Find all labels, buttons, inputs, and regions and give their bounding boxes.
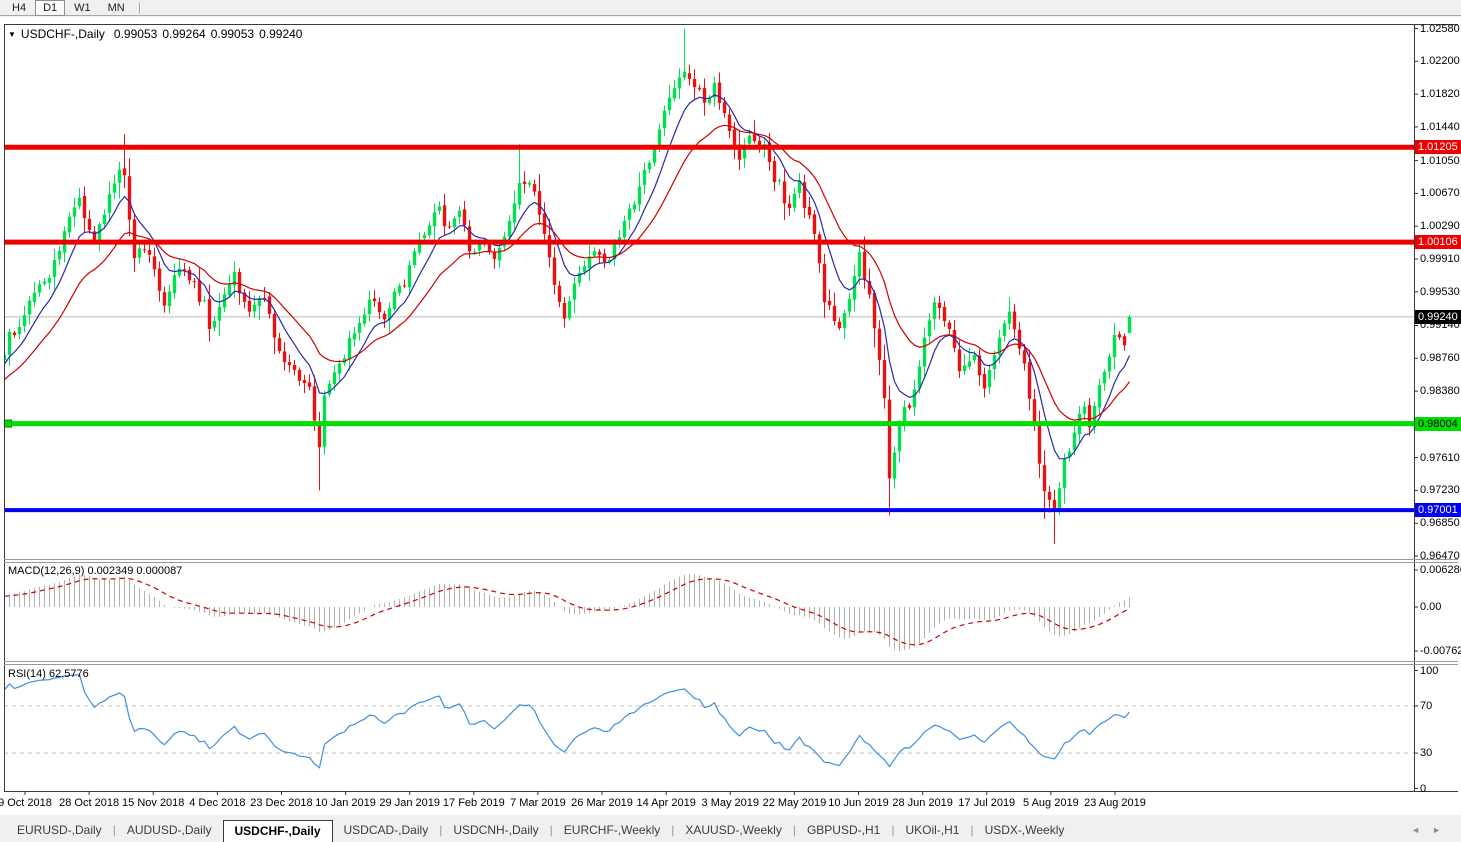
price-axis[interactable]: 1.02580 1.02200 1.01820 1.01440 1.01050 1.006… xyxy=(1414,17,1461,791)
tab-ukoil-h1[interactable]: UKOil-,H1 xyxy=(894,820,970,840)
tab-usdcnh-daily[interactable]: USDCNH-,Daily xyxy=(442,820,549,840)
tab-eurchf-weekly[interactable]: EURCHF-,Weekly xyxy=(553,820,671,840)
timeframe-button-mn[interactable]: MN xyxy=(100,0,133,16)
tab-scroll-arrows: ◄► xyxy=(1411,825,1453,835)
tabs-scroll-left-icon[interactable]: ◄ xyxy=(1411,825,1432,835)
tab-eurusd-daily[interactable]: EURUSD-,Daily xyxy=(6,820,113,840)
bid-price-label: 0.99240 xyxy=(1415,310,1461,324)
toolbar-separator xyxy=(139,2,141,14)
price-axis-label: 0.99530 xyxy=(1420,285,1460,299)
hline-price-label: 0.97001 xyxy=(1415,503,1461,517)
price-axis-label: 1.02580 xyxy=(1420,22,1460,36)
tab-usdx-weekly[interactable]: USDX-,Weekly xyxy=(974,820,1076,840)
price-axis-label: 1.01050 xyxy=(1420,154,1460,168)
application-window: { "toolbar": { "timeframes": [ {"label":… xyxy=(0,0,1461,841)
macd-axis-label: 0.00 xyxy=(1420,600,1441,614)
price-axis-label: 0.99910 xyxy=(1420,252,1460,266)
price-axis-label: 1.02200 xyxy=(1420,54,1460,68)
ohlc-low: 0.99053 xyxy=(211,27,254,41)
timeframe-button-h4[interactable]: H4 xyxy=(4,0,34,16)
tab-gbpusd-h1[interactable]: GBPUSD-,H1 xyxy=(796,820,891,840)
symbol-name: USDCHF-,Daily xyxy=(21,27,105,41)
chart-canvas[interactable] xyxy=(0,17,1461,820)
price-axis-label: 0.98760 xyxy=(1420,351,1460,365)
macd-axis-label: 0.006286 xyxy=(1420,563,1461,577)
timeframe-toolbar: H4D1W1MN xyxy=(0,0,1461,16)
rsi-value: 62.5776 xyxy=(49,668,89,680)
rsi-axis-label: 70 xyxy=(1420,699,1432,713)
tab-audusd-daily[interactable]: AUDUSD-,Daily xyxy=(116,820,223,840)
price-axis-label: 1.01820 xyxy=(1420,87,1460,101)
chart-tab-bar: EURUSD-,Daily|AUDUSD-,DailyUSDCHF-,Daily… xyxy=(0,820,1461,841)
tab-usdcad-daily[interactable]: USDCAD-,Daily xyxy=(333,820,440,840)
tab-usdchf-daily[interactable]: USDCHF-,Daily xyxy=(223,820,333,842)
macd-axis-label: -0.00762 xyxy=(1420,644,1461,658)
tab-xauusd-weekly[interactable]: XAUUSD-,Weekly xyxy=(674,820,792,840)
ohlc-close: 0.99240 xyxy=(259,27,302,41)
chart-title: ▼ USDCHF-,Daily 0.99053 0.99264 0.99053 0.992… xyxy=(8,27,307,41)
price-axis-label: 0.98380 xyxy=(1420,384,1460,398)
rsi-axis-label: 0 xyxy=(1420,782,1426,796)
tabs-scroll-right-icon[interactable]: ► xyxy=(1432,825,1453,835)
timeframe-button-w1[interactable]: W1 xyxy=(66,0,99,16)
macd-indicator-label: MACD(12,26,9) 0.002349 0.000087 xyxy=(8,565,182,577)
rsi-axis-label: 100 xyxy=(1420,664,1438,678)
hline-price-label: 0.98004 xyxy=(1415,417,1461,431)
price-axis-label: 0.97230 xyxy=(1420,483,1460,497)
macd-values: 0.002349 0.000087 xyxy=(87,565,182,577)
timeframe-button-d1[interactable]: D1 xyxy=(35,0,65,16)
price-axis-label: 1.00670 xyxy=(1420,186,1460,200)
macd-name: MACD(12,26,9) xyxy=(8,565,84,577)
ohlc-high: 0.99264 xyxy=(162,27,205,41)
timeframe-buttons: H4D1W1MN xyxy=(4,0,134,16)
time-axis[interactable]: 9 Oct 201828 Oct 201815 Nov 20184 Dec 20… xyxy=(0,791,1414,815)
chart-canvas-svg xyxy=(0,17,1461,815)
pane-splitter-macd[interactable] xyxy=(0,557,1461,563)
rsi-indicator-label: RSI(14) 62.5776 xyxy=(8,668,89,680)
price-axis-label: 1.00290 xyxy=(1420,219,1460,233)
ohlc-open: 0.99053 xyxy=(114,27,157,41)
price-axis-label: 0.97610 xyxy=(1420,451,1460,465)
price-axis-label: 0.96850 xyxy=(1420,516,1460,530)
pane-splitter-rsi[interactable] xyxy=(0,659,1461,665)
rsi-name: RSI(14) xyxy=(8,668,46,680)
price-axis-label: 1.01440 xyxy=(1420,120,1460,134)
hline-price-label: 1.01205 xyxy=(1415,140,1461,154)
rsi-axis-label: 30 xyxy=(1420,746,1432,760)
time-axis-label: 23 Aug 2019 xyxy=(1070,797,1160,809)
symbol-dropdown-icon[interactable]: ▼ xyxy=(8,30,16,39)
hline-price-label: 1.00106 xyxy=(1415,235,1461,249)
